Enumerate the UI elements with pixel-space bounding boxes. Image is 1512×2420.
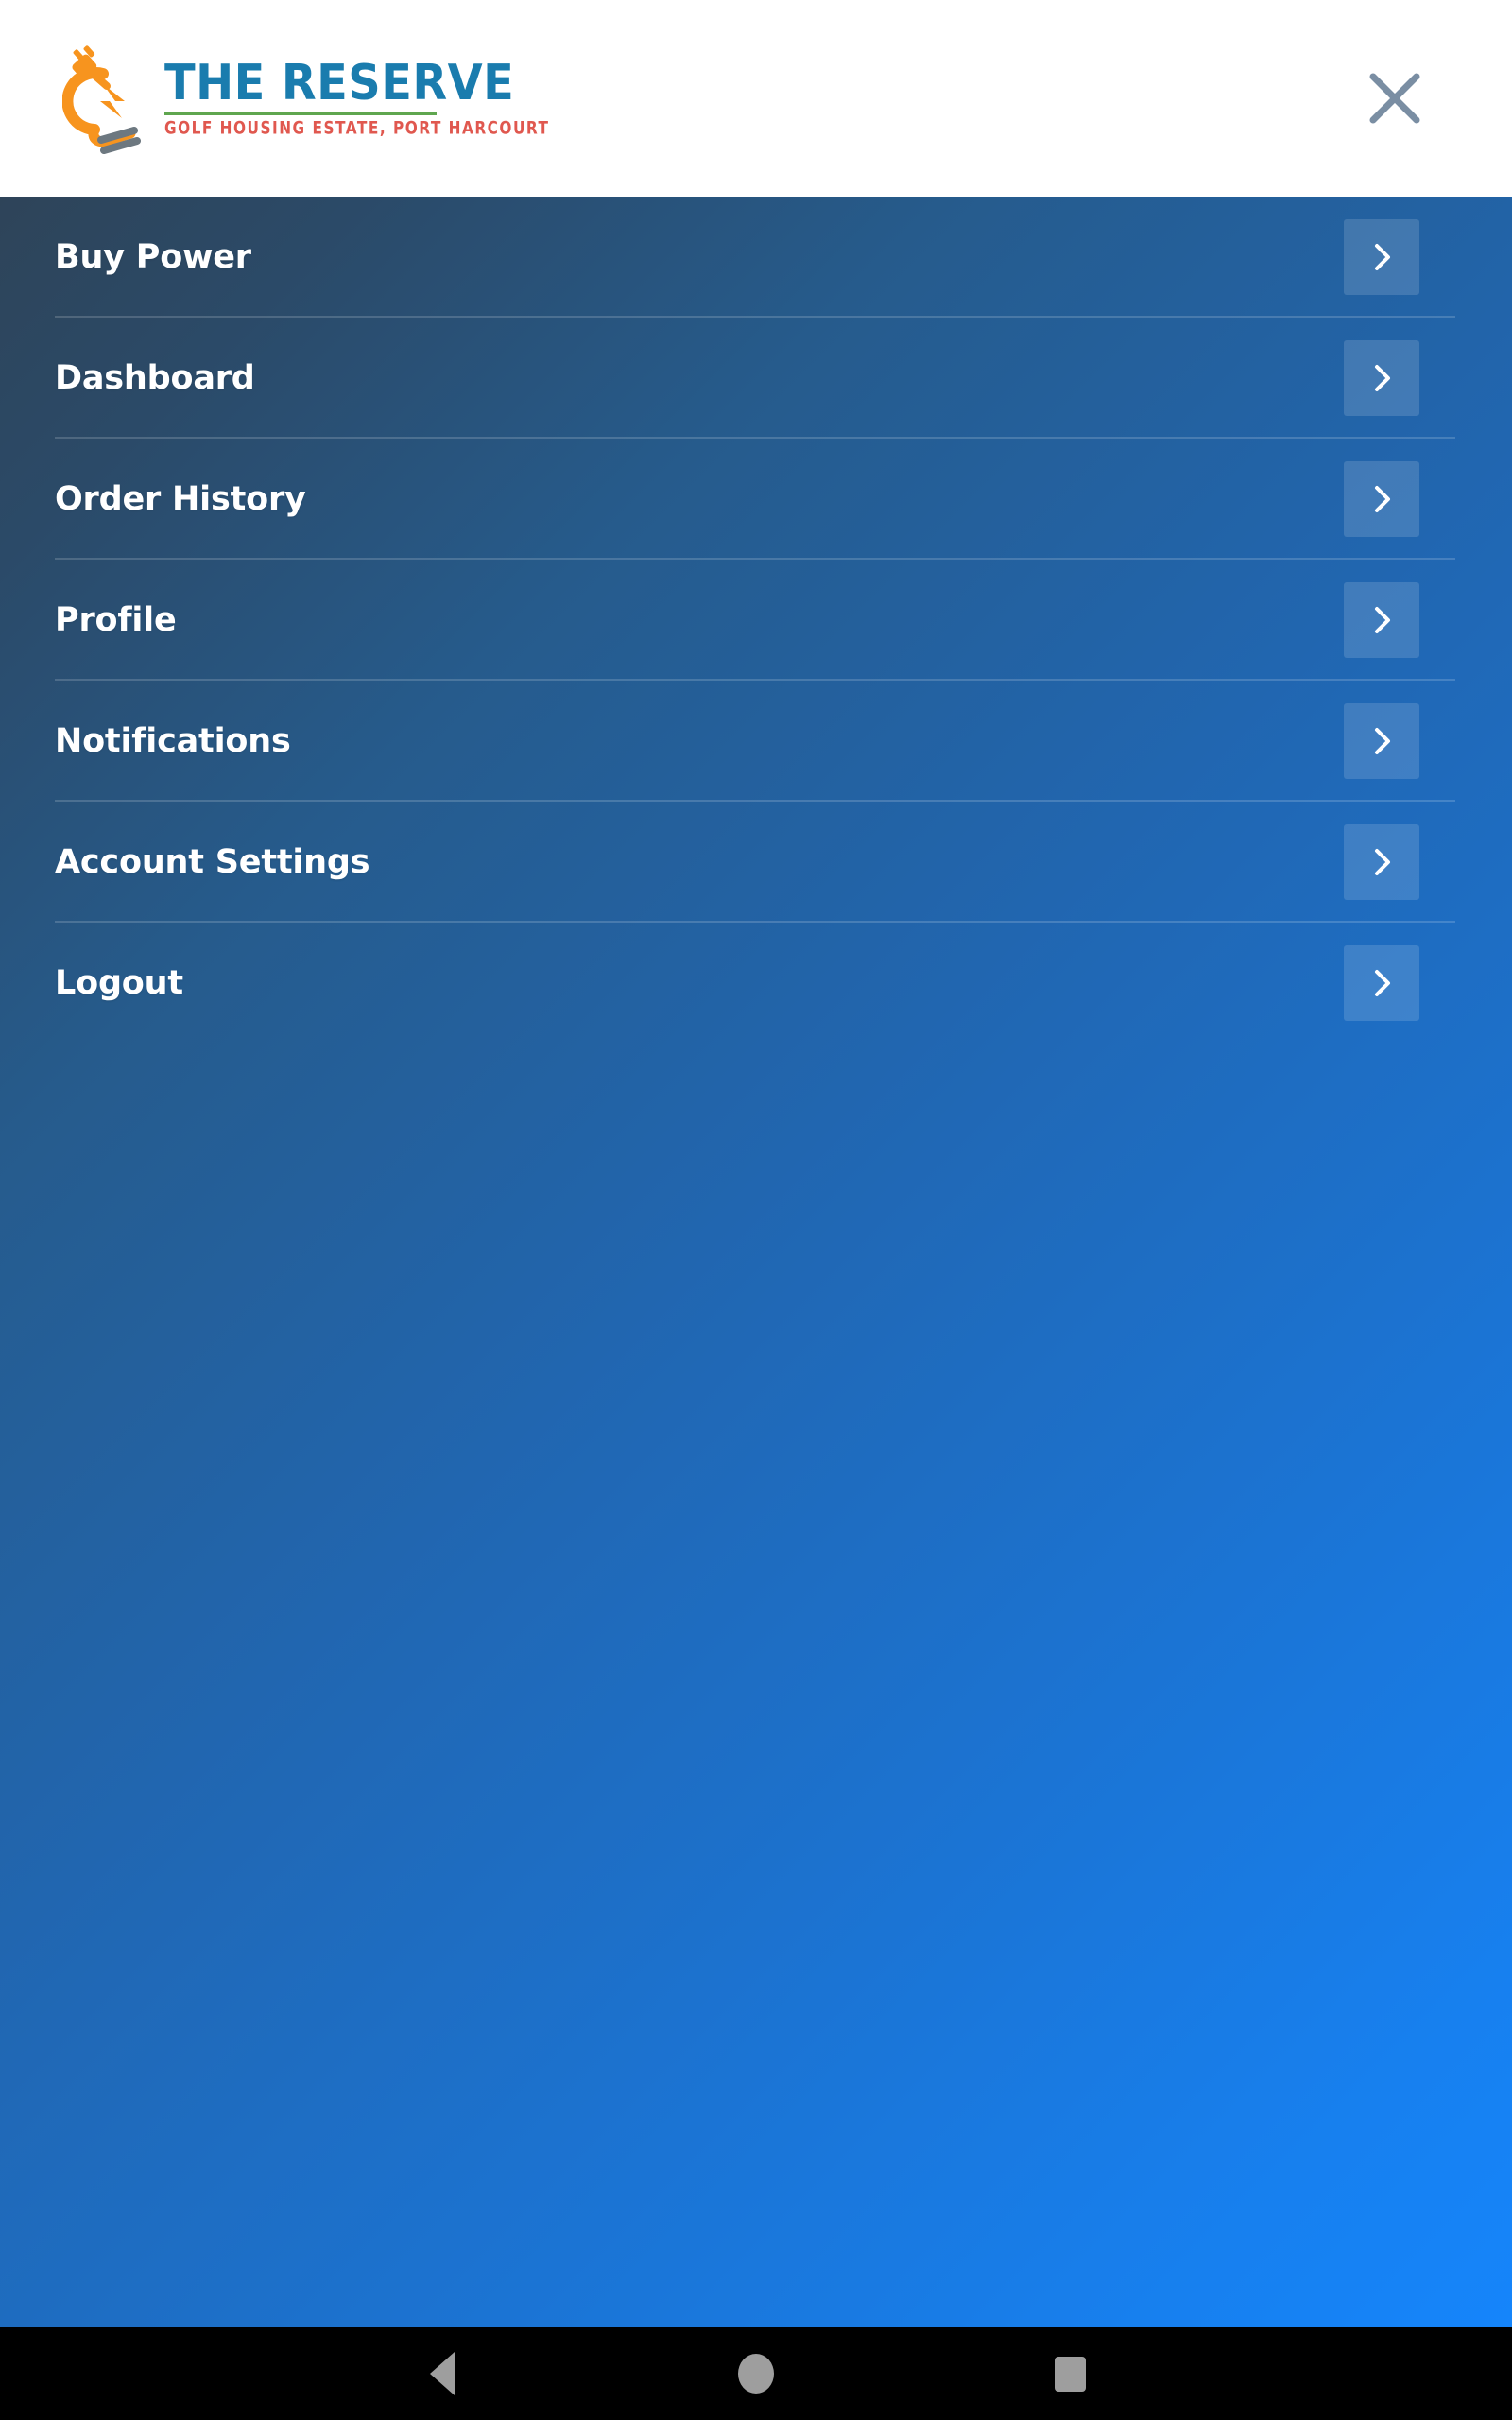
- menu-item-label: Logout: [55, 964, 183, 1002]
- brand-rule: [164, 112, 437, 116]
- menu-item-chevron-button[interactable]: [1344, 219, 1419, 295]
- menu-item-chevron-button[interactable]: [1344, 824, 1419, 900]
- nav-recents-square-icon: [1054, 2356, 1086, 2392]
- menu-item-label: Notifications: [55, 722, 291, 760]
- menu-item-notifications[interactable]: Notifications: [0, 681, 1512, 802]
- menu-list: Buy Power Dashboard Order History Profile No…: [0, 197, 1512, 1044]
- reserve-power-plug-bulb-logo-icon: [62, 45, 141, 154]
- nav-home-circle-icon: [738, 2354, 774, 2394]
- chevron-right-icon: [1375, 365, 1390, 391]
- menu-header: THE RESERVE GOLF HOUSING ESTATE, PORT HA…: [0, 0, 1512, 197]
- menu-item-chevron-button[interactable]: [1344, 461, 1419, 537]
- chevron-right-icon: [1375, 607, 1390, 633]
- nav-back-triangle-icon: [430, 2352, 455, 2395]
- menu-item-chevron-button[interactable]: [1344, 340, 1419, 416]
- chevron-right-icon: [1375, 970, 1390, 996]
- android-system-navbar: [0, 2327, 1512, 2420]
- nav-home-button[interactable]: [711, 2328, 801, 2419]
- menu-item-order-history[interactable]: Order History: [0, 439, 1512, 560]
- chevron-right-icon: [1375, 728, 1390, 754]
- chevron-right-icon: [1375, 486, 1390, 512]
- menu-item-label: Dashboard: [55, 359, 255, 397]
- menu-item-label: Buy Power: [55, 238, 251, 276]
- brand-logo: THE RESERVE GOLF HOUSING ESTATE, PORT HA…: [62, 43, 578, 154]
- menu-item-profile[interactable]: Profile: [0, 560, 1512, 681]
- menu-panel: Buy Power Dashboard Order History Profile No…: [0, 197, 1512, 2327]
- nav-recents-button[interactable]: [1024, 2328, 1115, 2419]
- menu-item-chevron-button[interactable]: [1344, 945, 1419, 1021]
- menu-item-label: Account Settings: [55, 843, 370, 881]
- nav-back-button[interactable]: [397, 2328, 488, 2419]
- menu-item-logout[interactable]: Logout: [0, 923, 1512, 1044]
- menu-item-label: Order History: [55, 480, 306, 518]
- menu-item-label: Profile: [55, 601, 177, 639]
- menu-item-account-settings[interactable]: Account Settings: [0, 802, 1512, 923]
- brand-tagline: GOLF HOUSING ESTATE, PORT HARCOURT: [164, 118, 550, 139]
- menu-item-dashboard[interactable]: Dashboard: [0, 318, 1512, 439]
- close-menu-button[interactable]: [1348, 51, 1442, 146]
- menu-item-buy-power[interactable]: Buy Power: [0, 197, 1512, 318]
- chevron-right-icon: [1375, 244, 1390, 270]
- menu-item-chevron-button[interactable]: [1344, 703, 1419, 779]
- close-icon: [1369, 73, 1420, 124]
- app-screen: THE RESERVE GOLF HOUSING ESTATE, PORT HA…: [0, 0, 1512, 2420]
- brand-title: THE RESERVE: [164, 54, 515, 112]
- chevron-right-icon: [1375, 849, 1390, 875]
- brand-wordmark: THE RESERVE GOLF HOUSING ESTATE, PORT HA…: [164, 54, 578, 139]
- menu-item-chevron-button[interactable]: [1344, 582, 1419, 658]
